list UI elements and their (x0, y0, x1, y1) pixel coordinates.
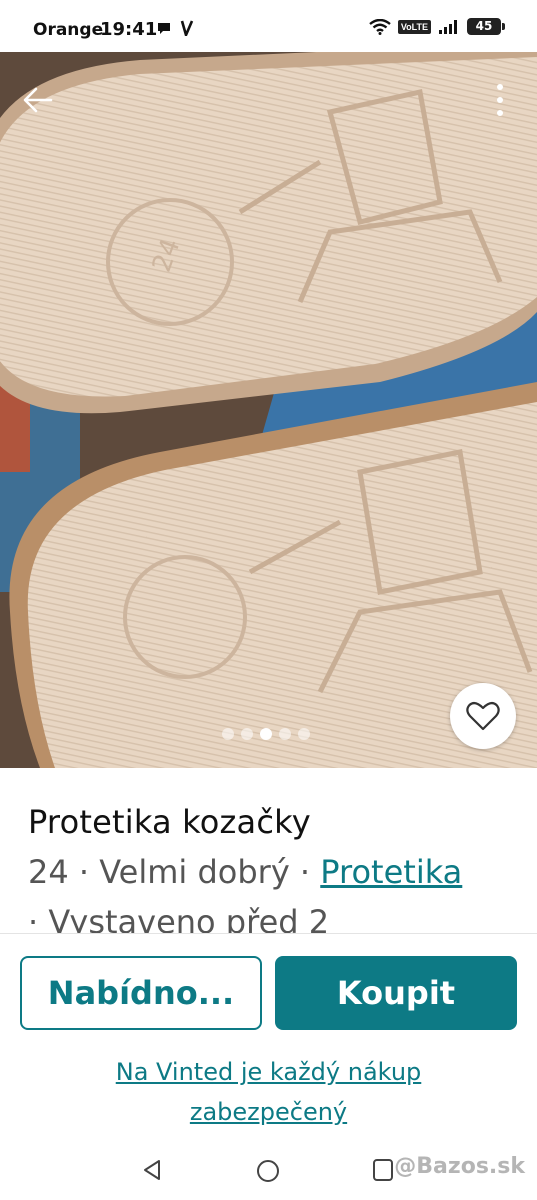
more-vertical-icon (497, 84, 503, 116)
nav-recents-icon[interactable] (372, 1158, 394, 1182)
gallery-dot[interactable] (298, 728, 310, 740)
carrier-label: Orange (33, 20, 104, 40)
more-options-button[interactable] (485, 80, 515, 120)
battery-icon: 45 (467, 18, 505, 35)
gallery-dot[interactable] (222, 728, 234, 740)
item-condition: Velmi dobrý (99, 853, 290, 891)
make-offer-button[interactable]: Nabídno... (20, 956, 262, 1030)
buy-button[interactable]: Koupit (275, 956, 517, 1030)
item-title: Protetika kozačky (28, 803, 311, 841)
product-photo[interactable]: 24 (0, 52, 537, 768)
item-posted: · Vystaveno před 2 (28, 903, 330, 933)
vinted-v-icon (180, 20, 194, 36)
watermark-label: @Bazos.sk (394, 1154, 525, 1179)
gallery-pagination (222, 728, 310, 740)
meta-separator: · (68, 853, 100, 891)
heart-icon (466, 701, 500, 731)
volte-badge: VoLTE (397, 19, 431, 34)
gallery-dot[interactable] (241, 728, 253, 740)
wifi-icon (369, 18, 391, 35)
buyer-protection-link[interactable]: Na Vinted je každý nákup zabezpečený (60, 1052, 477, 1132)
nav-back-icon[interactable] (140, 1158, 164, 1182)
brand-link[interactable]: Protetika (320, 853, 462, 891)
system-status-icons: VoLTE 45 (369, 18, 505, 35)
chat-bubble-icon (158, 23, 170, 34)
back-button[interactable] (18, 80, 58, 120)
gallery-dot[interactable] (279, 728, 291, 740)
shoe-soles-image: 24 (0, 52, 537, 768)
notification-icons (156, 20, 194, 36)
signal-icon (439, 19, 457, 34)
gallery-dot-active[interactable] (260, 728, 272, 740)
item-size: 24 (28, 853, 69, 891)
arrow-left-icon (23, 87, 53, 113)
status-bar: Orange 19:41 VoLTE 45 (0, 0, 537, 56)
meta-separator: · (289, 853, 321, 891)
favorite-button[interactable] (450, 683, 516, 749)
clock: 19:41 (100, 19, 158, 40)
system-nav-bar: @Bazos.sk (0, 1140, 537, 1200)
item-meta: 24 · Velmi dobrý · Protetika (28, 853, 462, 891)
nav-home-icon[interactable] (255, 1158, 281, 1184)
